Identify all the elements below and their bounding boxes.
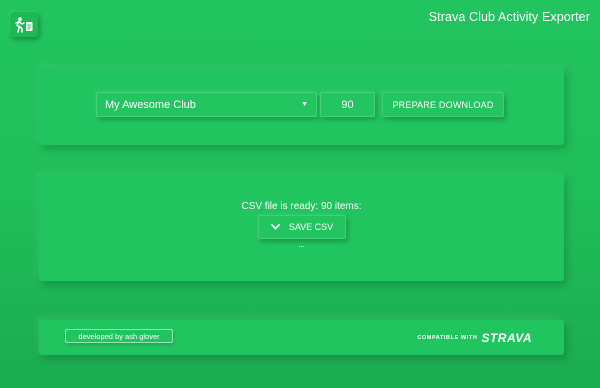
club-select-value: My Awesome Club [105, 98, 196, 111]
save-csv-button[interactable]: SAVE CSV [258, 215, 346, 239]
strava-logo: STRAVA [481, 331, 532, 345]
club-select[interactable]: My Awesome Club ▼ [96, 92, 317, 117]
activity-count-input[interactable] [320, 92, 375, 117]
developer-credit-link[interactable]: developed by ash glover [65, 329, 173, 343]
app-logo[interactable] [10, 12, 38, 37]
compatible-with-strava-badge: COMPATIBLE WITH STRAVA [417, 331, 532, 345]
prepare-download-button[interactable]: PREPARE DOWNLOAD [382, 92, 504, 117]
download-result-panel: CSV file is ready: 90 items: SAVE CSV ..… [39, 174, 564, 281]
save-csv-label: SAVE CSV [288, 222, 334, 232]
download-options-panel: My Awesome Club ▼ PREPARE DOWNLOAD [39, 67, 564, 145]
app-title: Strava Club Activity Exporter [428, 10, 590, 24]
runner-with-document-icon [15, 16, 33, 33]
progress-dots: ... [298, 240, 305, 249]
csv-ready-status: CSV file is ready: 90 items: [241, 201, 362, 212]
footer-panel: developed by ash glover COMPATIBLE WITH … [39, 320, 564, 355]
caret-down-icon: ▼ [301, 101, 308, 108]
chevron-down-icon [271, 224, 280, 230]
compatible-with-label: COMPATIBLE WITH [417, 335, 478, 341]
